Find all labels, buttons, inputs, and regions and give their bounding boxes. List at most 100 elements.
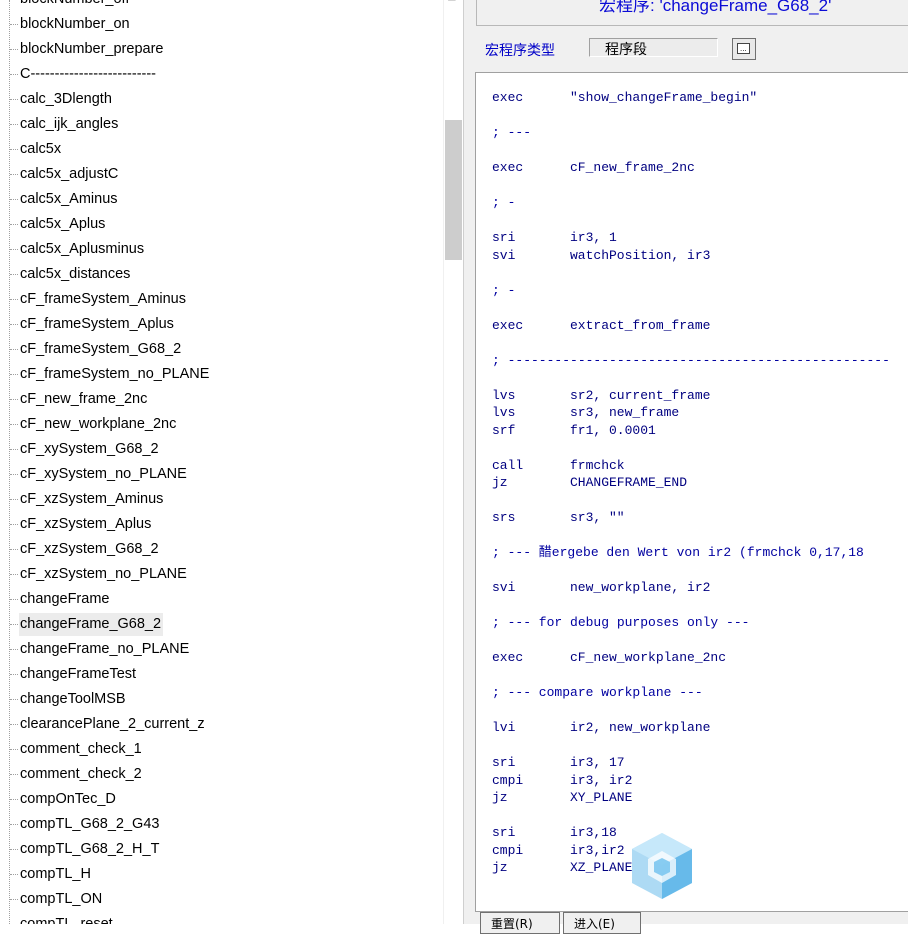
tree-item[interactable]: compTL_reset (0, 912, 443, 924)
tree-item[interactable]: calc5x_adjustC (0, 162, 443, 187)
code-instruction: sri (492, 230, 516, 245)
tree-item[interactable]: compTL_G68_2_G43 (0, 812, 443, 837)
tree-branch-line (10, 24, 18, 25)
tree-item[interactable]: compTL_ON (0, 887, 443, 912)
tree-item[interactable]: cF_new_workplane_2nc (0, 412, 443, 437)
tree-item-label: calc5x_distances (20, 266, 131, 282)
tree-item[interactable]: blockNumber_off (0, 0, 443, 12)
tree-item[interactable]: comment_check_1 (0, 737, 443, 762)
code-line: ; --- for debug purposes only --- (492, 614, 890, 632)
tree-branch-line (10, 324, 18, 325)
tree-item-label: compTL_G68_2_G43 (20, 816, 160, 832)
tree-item[interactable]: cF_frameSystem_Aplus (0, 312, 443, 337)
tree-branch-line (10, 599, 18, 600)
tree-item-label: cF_new_workplane_2nc (20, 416, 177, 432)
tree-item[interactable]: cF_xzSystem_no_PLANE (0, 562, 443, 587)
tree-branch-line (10, 499, 18, 500)
tree-item-label: cF_frameSystem_G68_2 (20, 341, 182, 357)
tree-branch-line (10, 199, 18, 200)
tree-item[interactable]: calc5x_distances (0, 262, 443, 287)
code-instruction: exec (492, 90, 524, 105)
code-arguments: ir2, new_workplane (570, 720, 711, 735)
tree-item[interactable]: changeFrame_G68_2 (0, 612, 443, 637)
macro-type-field[interactable]: 程序段 (589, 38, 718, 58)
code-arguments: sr2, current_frame (570, 387, 711, 403)
tree-item[interactable]: changeFrameTest (0, 662, 443, 687)
tree-item[interactable]: cF_xzSystem_Aminus (0, 487, 443, 512)
tree-item-label: changeFrameTest (20, 666, 137, 682)
tree-scrollbar[interactable]: ▲ (443, 0, 464, 924)
tree-item[interactable]: calc5x (0, 137, 443, 162)
tree-branch-line (10, 724, 18, 725)
tree-branch-line (10, 299, 18, 300)
tree-item-label: cF_xzSystem_no_PLANE (20, 566, 187, 582)
tree-item-label: compTL_H (20, 866, 91, 882)
tree-item-label: blockNumber_off (19, 0, 131, 11)
tree-item[interactable]: changeToolMSB (0, 687, 443, 712)
tree-item[interactable]: calc5x_Aplusminus (0, 237, 443, 262)
code-line: svi watchPosition, ir3 (492, 247, 890, 265)
tree-item[interactable]: cF_xySystem_G68_2 (0, 437, 443, 462)
scroll-up-arrow-icon[interactable]: ▲ (448, 0, 456, 2)
tree-item-label: calc_3Dlength (20, 91, 112, 107)
tree-branch-line (10, 849, 18, 850)
tree-scrollbar-thumb[interactable] (445, 120, 462, 260)
tree-item[interactable]: comment_check_2 (0, 762, 443, 787)
code-instruction: ; - (492, 282, 516, 298)
code-line: srs sr3, "" (492, 509, 890, 527)
tree-item[interactable]: compTL_G68_2_H_T (0, 837, 443, 862)
code-arguments: XZ_PLANE (570, 860, 633, 875)
macro-type-browse-button[interactable]: ··· (732, 38, 756, 60)
tree-item[interactable]: calc_3Dlength (0, 87, 443, 112)
tree-item-label: cF_xzSystem_Aminus (20, 491, 164, 507)
code-instruction: exec (492, 317, 524, 333)
tree-item[interactable]: cF_xySystem_no_PLANE (0, 462, 443, 487)
tree-branch-line (10, 349, 18, 350)
tree-item-label: cF_frameSystem_Aplus (20, 316, 174, 332)
code-instruction: ; --- for debug purposes only --- (492, 615, 750, 630)
code-arguments: "show_changeFrame_begin" (570, 90, 758, 105)
tree-item[interactable]: calc5x_Aminus (0, 187, 443, 212)
tree-item[interactable]: changeFrame_no_PLANE (0, 637, 443, 662)
tree-item[interactable]: cF_frameSystem_G68_2 (0, 337, 443, 362)
tree-item[interactable]: blockNumber_prepare (0, 37, 443, 62)
tree-item[interactable]: compOnTec_D (0, 787, 443, 812)
macro-editor-panel: 宏程序: 'changeFrame_G68_2' 宏程序类型 程序段 ··· e… (463, 0, 908, 934)
tree-item-label: clearancePlane_2_current_z (20, 716, 205, 732)
code-line: sri ir3, 17 (492, 754, 890, 772)
tree-item-label: calc5x_Aplus (20, 216, 106, 232)
tree-item-label: cF_xySystem_G68_2 (20, 441, 159, 457)
tree-item[interactable]: C-------------------------- (0, 62, 443, 87)
tree-item[interactable]: compTL_H (0, 862, 443, 887)
tree-item[interactable]: changeFrame (0, 587, 443, 612)
code-line: exec cF_new_workplane_2nc (492, 649, 890, 667)
tree-item[interactable]: cF_xzSystem_G68_2 (0, 537, 443, 562)
code-line: ; --- 醋ergebe den Wert von ir2 (frmchck … (492, 544, 890, 562)
tree-item-label: changeFrame (20, 591, 110, 607)
tree-item[interactable]: calc_ijk_angles (0, 112, 443, 137)
macro-code-editor[interactable]: exec "show_changeFrame_begin" ; --- exec cF_… (475, 72, 908, 912)
tree-item-label: changeFrame_no_PLANE (20, 641, 190, 657)
tree-item-label: changeToolMSB (20, 691, 126, 707)
tree-item[interactable]: cF_xzSystem_Aplus (0, 512, 443, 537)
code-line: lvs sr2, current_frame (492, 387, 890, 405)
tree-item[interactable]: cF_frameSystem_Aminus (0, 287, 443, 312)
tree-item[interactable]: clearancePlane_2_current_z (0, 712, 443, 737)
tree-branch-line (10, 124, 18, 125)
tree-item[interactable]: blockNumber_on (0, 12, 443, 37)
reset-button[interactable]: 重置(R) (480, 912, 560, 934)
code-line: svi new_workplane, ir2 (492, 579, 890, 597)
tree-item[interactable]: cF_frameSystem_no_PLANE (0, 362, 443, 387)
tree-item-label: compTL_reset (20, 916, 113, 924)
code-line: call frmchck (492, 457, 890, 475)
enter-button[interactable]: 进入(E) (563, 912, 641, 934)
tree-item-label: cF_new_frame_2nc (20, 391, 148, 407)
code-instruction: lvi (492, 720, 516, 735)
tree-item[interactable]: calc5x_Aplus (0, 212, 443, 237)
code-instruction: jz (492, 790, 508, 805)
tree-item[interactable]: cF_new_frame_2nc (0, 387, 443, 412)
